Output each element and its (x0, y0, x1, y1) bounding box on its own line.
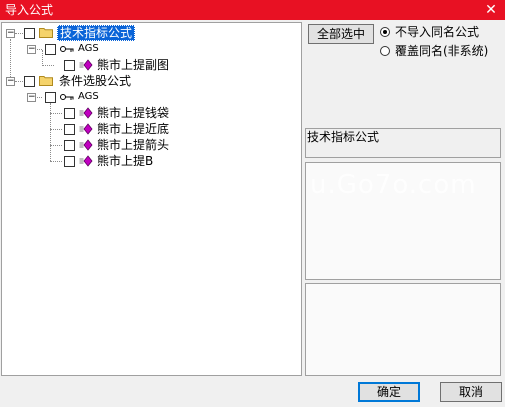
formula-icon (79, 139, 93, 151)
formula-icon (79, 155, 93, 167)
no-import-same-label: 不导入同名公式 (395, 25, 480, 39)
overwrite-same-radio[interactable] (380, 46, 390, 56)
folder-icon (39, 76, 53, 86)
window-title: 导入公式 (5, 3, 54, 17)
tree-node-ags[interactable]: − AGS (2, 41, 301, 57)
tree-checkbox[interactable] (64, 108, 75, 119)
formula-icon (79, 123, 93, 135)
watermark: u.Go7o.com (310, 170, 477, 200)
close-icon[interactable]: ✕ (483, 1, 499, 19)
tree-checkbox[interactable] (64, 60, 75, 71)
tree-node-label: 熊市上提箭头 (97, 138, 170, 152)
tree-node-label: AGS (78, 43, 99, 54)
tree-checkbox[interactable] (64, 140, 75, 151)
cancel-button[interactable]: 取消 (440, 382, 502, 402)
formula-tree[interactable]: − 技术指标公式 − AGS 熊市上提副图 − 条件选股公式 − AGS 熊市上… (1, 22, 302, 376)
ok-button[interactable]: 确定 (358, 382, 420, 402)
folder-icon (39, 28, 53, 38)
tree-node-label: AGS (78, 91, 99, 102)
formula-icon (79, 107, 93, 119)
formula-detail-panel (305, 283, 501, 376)
key-icon (60, 94, 74, 100)
tree-checkbox[interactable] (45, 44, 56, 55)
tree-node-label: 熊市上提钱袋 (97, 106, 170, 120)
tree-node-formula[interactable]: 熊市上提箭头 (2, 137, 301, 153)
tree-node-label: 条件选股公式 (59, 74, 132, 88)
formula-icon (79, 59, 93, 71)
tree-node-formula[interactable]: 熊市上提近底 (2, 121, 301, 137)
tree-checkbox[interactable] (45, 92, 56, 103)
tree-node-formula[interactable]: 熊市上提钱袋 (2, 105, 301, 121)
collapse-icon[interactable]: − (6, 29, 15, 38)
tree-checkbox[interactable] (64, 124, 75, 135)
tree-node-formula[interactable]: 熊市上提副图 (2, 57, 301, 73)
tree-node-label: 熊市上提B (97, 154, 154, 168)
select-all-button[interactable]: 全部选中 (308, 24, 374, 44)
tree-node-label: 技术指标公式 (57, 25, 136, 41)
tree-node-ags[interactable]: − AGS (2, 89, 301, 105)
tree-node-tech-indicator[interactable]: − 技术指标公式 (2, 25, 301, 41)
tree-node-label: 熊市上提副图 (97, 58, 170, 72)
tree-checkbox[interactable] (24, 76, 35, 87)
overwrite-same-label: 覆盖同名(非系统) (395, 44, 489, 58)
tree-node-formula[interactable]: 熊市上提B (2, 153, 301, 169)
tree-checkbox[interactable] (24, 28, 35, 39)
collapse-icon[interactable]: − (27, 45, 36, 54)
key-icon (60, 46, 74, 52)
collapse-icon[interactable]: − (27, 93, 36, 102)
no-import-same-radio[interactable] (380, 27, 390, 37)
title-bar: 导入公式 ✕ (0, 0, 505, 20)
formula-type-title: 技术指标公式 (307, 130, 380, 144)
collapse-icon[interactable]: − (6, 77, 15, 86)
tree-checkbox[interactable] (64, 156, 75, 167)
tree-node-stock-selection[interactable]: − 条件选股公式 (2, 73, 301, 89)
tree-node-label: 熊市上提近底 (97, 122, 170, 136)
